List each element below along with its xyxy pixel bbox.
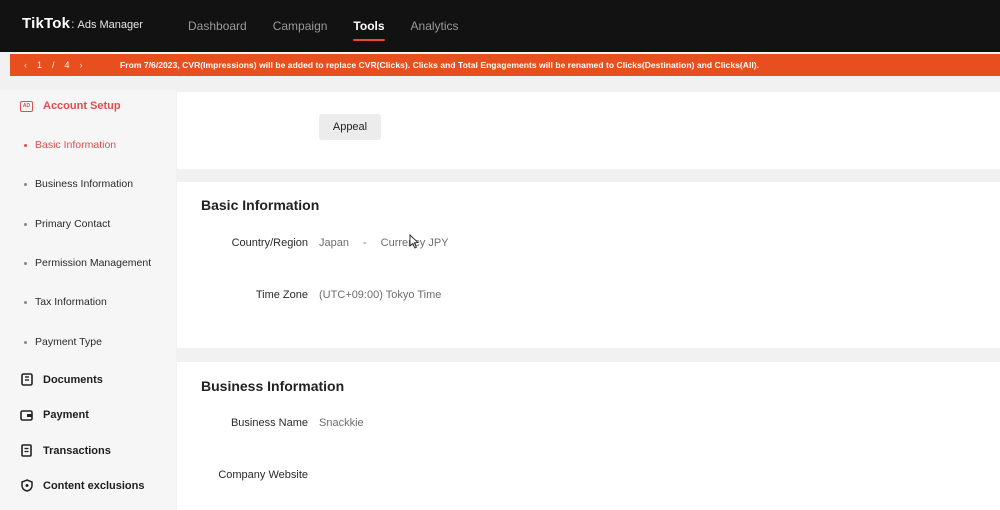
sidebar-item-content-exclusions[interactable]: Content exclusions bbox=[20, 479, 144, 492]
section-title: Business Information bbox=[201, 378, 345, 394]
announcement-banner: ‹ 1 / 4 › From 7/6/2023, CVR(Impressions… bbox=[10, 54, 1000, 76]
bullet-dot bbox=[24, 222, 27, 226]
sidebar-section-label: Account Setup bbox=[43, 100, 121, 112]
nav-campaign[interactable]: Campaign bbox=[273, 0, 328, 52]
sidebar-item-business-information[interactable]: Business Information bbox=[24, 178, 133, 190]
business-name-value: Snackkie bbox=[319, 417, 364, 429]
country-region-value: Japan - Currency JPY bbox=[319, 237, 449, 249]
top-navigation-bar: TikTok : Ads Manager Dashboard Campaign … bbox=[0, 0, 1000, 52]
nav-dashboard[interactable]: Dashboard bbox=[188, 0, 247, 52]
sidebar-item-documents[interactable]: Documents bbox=[20, 373, 103, 386]
chevron-right-icon[interactable]: › bbox=[80, 60, 83, 70]
business-information-card: Business Information Business Name Snack… bbox=[177, 362, 1000, 510]
wallet-icon bbox=[20, 408, 33, 421]
sidebar-item-primary-contact[interactable]: Primary Contact bbox=[24, 218, 110, 230]
sidebar-item-label: Payment bbox=[43, 408, 89, 421]
sidebar-item-label: Permission Management bbox=[35, 257, 152, 269]
appeal-card: Appeal bbox=[177, 92, 1000, 169]
logo-separator: : bbox=[71, 17, 75, 31]
sidebar-item-tax-information[interactable]: Tax Information bbox=[24, 296, 107, 308]
banner-page-slash: / bbox=[52, 60, 55, 70]
sidebar-item-transactions[interactable]: Transactions bbox=[20, 444, 111, 457]
bullet-dot bbox=[24, 340, 27, 344]
bullet-dot bbox=[24, 300, 27, 304]
mouse-cursor-icon bbox=[409, 233, 420, 254]
sidebar: AD Account Setup Basic Information Busin… bbox=[0, 90, 176, 510]
banner-total-pages: 4 bbox=[64, 60, 70, 70]
country-value: Japan bbox=[319, 237, 349, 249]
sidebar-item-label: Primary Contact bbox=[35, 218, 111, 230]
nav-analytics[interactable]: Analytics bbox=[411, 0, 459, 52]
sidebar-item-label: Basic Information bbox=[35, 139, 117, 151]
bullet-dot bbox=[24, 182, 27, 186]
nav-tools[interactable]: Tools bbox=[353, 0, 385, 52]
value-separator: - bbox=[362, 237, 367, 249]
main-nav: Dashboard Campaign Tools Analytics bbox=[188, 0, 485, 52]
time-zone-value: (UTC+09:00) Tokyo Time bbox=[319, 289, 442, 301]
banner-current-page: 1 bbox=[37, 60, 43, 70]
ad-account-icon: AD bbox=[20, 100, 33, 112]
banner-message: From 7/6/2023, CVR(Impressions) will be … bbox=[120, 60, 760, 70]
sidebar-item-label: Transactions bbox=[43, 444, 111, 457]
bullet-dot bbox=[24, 143, 27, 147]
document-icon bbox=[20, 373, 33, 386]
receipt-icon bbox=[20, 444, 33, 457]
appeal-button[interactable]: Appeal bbox=[319, 114, 381, 140]
sidebar-item-label: Tax Information bbox=[35, 296, 107, 308]
sidebar-item-payment-type[interactable]: Payment Type bbox=[24, 336, 102, 348]
time-zone-label: Time Zone bbox=[255, 289, 308, 301]
shield-icon bbox=[20, 479, 33, 492]
basic-information-card: Basic Information Country/Region Japan - C… bbox=[177, 182, 1000, 348]
sidebar-item-payment[interactable]: Payment bbox=[20, 408, 89, 421]
section-title: Basic Information bbox=[201, 197, 320, 213]
banner-pager: ‹ 1 / 4 › bbox=[10, 60, 120, 70]
sidebar-item-label: Payment Type bbox=[35, 336, 102, 348]
sidebar-item-label: Documents bbox=[43, 373, 103, 386]
sidebar-item-label: Business Information bbox=[35, 178, 134, 190]
bullet-dot bbox=[24, 261, 27, 265]
sidebar-section-account-setup[interactable]: AD Account Setup bbox=[20, 100, 121, 112]
sidebar-item-basic-information[interactable]: Basic Information bbox=[24, 139, 116, 151]
sidebar-item-permission-management[interactable]: Permission Management bbox=[24, 257, 151, 269]
product-name: Ads Manager bbox=[77, 19, 143, 31]
country-region-label: Country/Region bbox=[231, 237, 308, 249]
brand-name: TikTok bbox=[22, 15, 71, 32]
chevron-left-icon[interactable]: ‹ bbox=[24, 60, 27, 70]
sidebar-item-label: Content exclusions bbox=[43, 479, 145, 492]
company-website-label: Company Website bbox=[218, 469, 308, 481]
tiktok-ads-manager-logo[interactable]: TikTok : Ads Manager bbox=[22, 15, 143, 32]
business-name-label: Business Name bbox=[230, 417, 308, 429]
